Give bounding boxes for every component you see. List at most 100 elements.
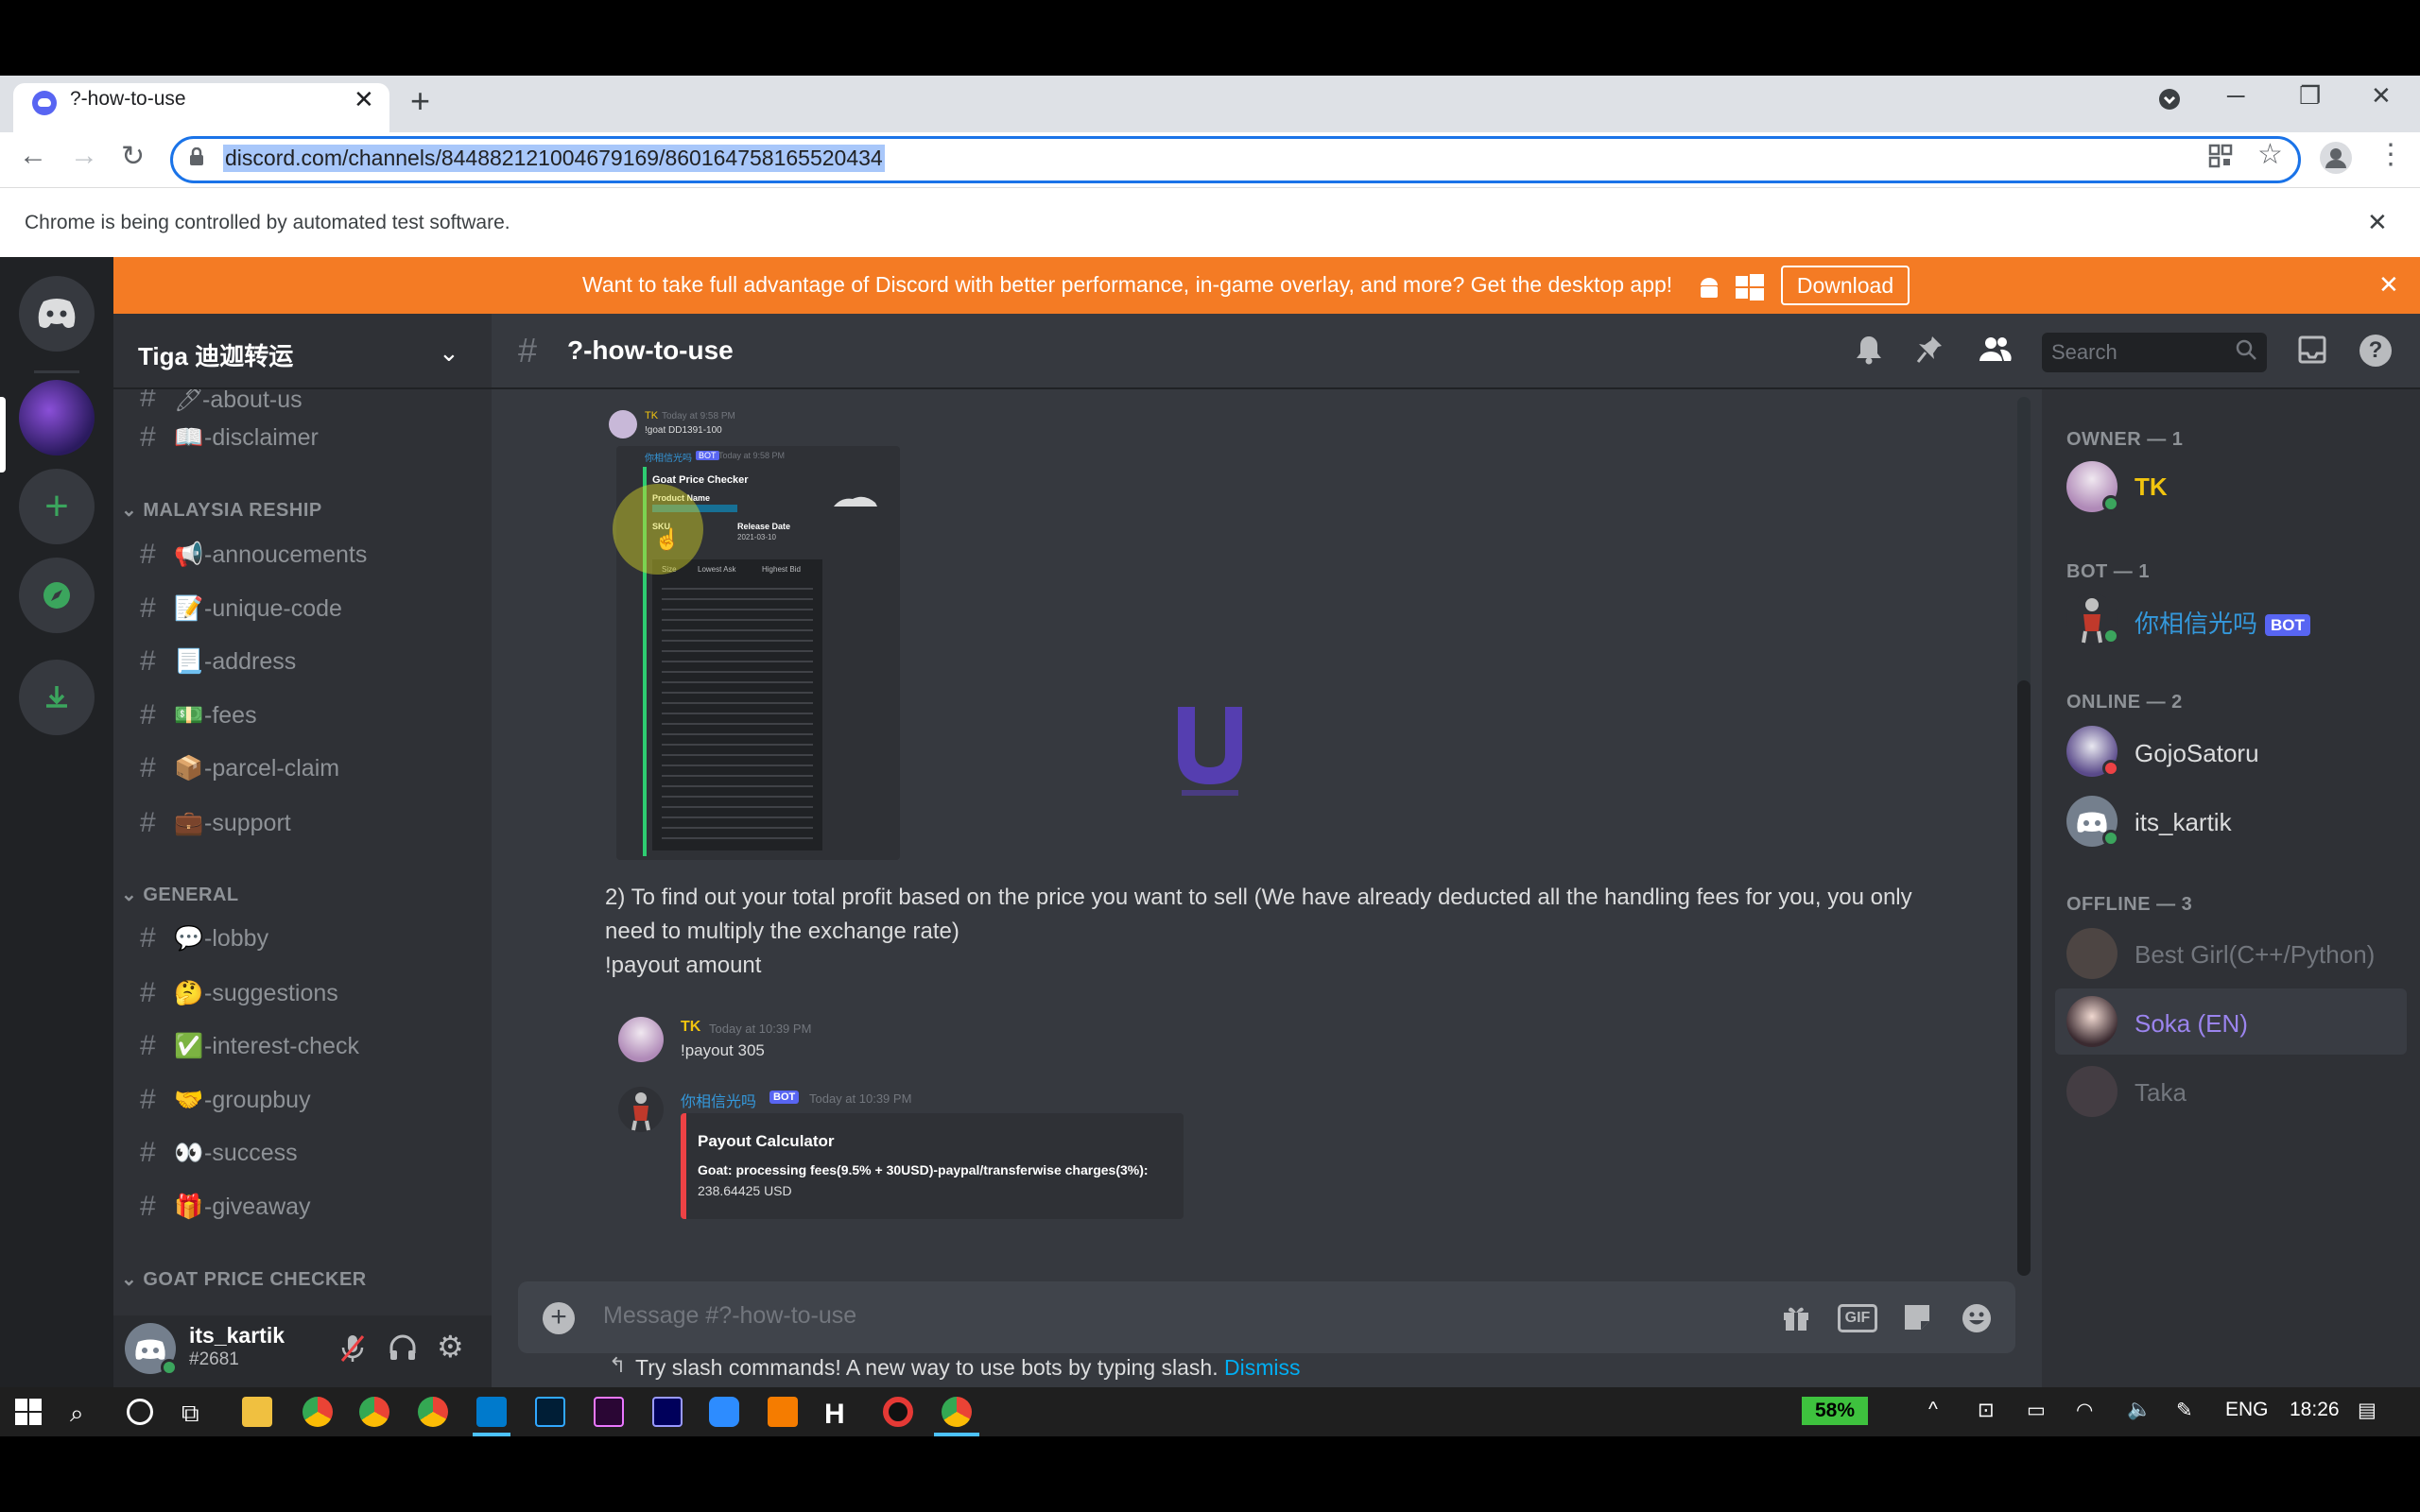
chevron-up-icon[interactable]: ^ — [1928, 1399, 1938, 1421]
qr-code-icon[interactable] — [2208, 144, 2233, 168]
channel-item-suggestions[interactable]: # 🤔 -suggestions — [132, 970, 476, 1017]
windows-start-icon[interactable] — [15, 1399, 42, 1430]
member-name[interactable]: its_kartik — [2135, 808, 2232, 837]
profile-avatar-icon[interactable] — [2320, 142, 2352, 174]
channel-item-address[interactable]: # 📃 -address — [132, 638, 476, 685]
clock[interactable]: 18:26 — [2290, 1399, 2340, 1421]
avatar[interactable] — [2066, 1066, 2118, 1117]
channel-item-giveaway[interactable]: # 🎁 -giveaway — [132, 1183, 476, 1230]
add-attachment-icon[interactable]: + — [543, 1302, 575, 1334]
channel-item-about-us[interactable]: # 🖊 -about-us — [132, 389, 476, 414]
dismiss-link[interactable]: Dismiss — [1224, 1355, 1301, 1380]
channel-item-interest-check[interactable]: # ✅ -interest-check — [132, 1022, 476, 1070]
discord-home-icon[interactable] — [19, 276, 95, 352]
bookmark-star-icon[interactable]: ☆ — [2257, 138, 2283, 171]
channel-item-lobby[interactable]: # 💬 -lobby — [132, 915, 476, 962]
forward-arrow-icon[interactable]: → — [70, 140, 98, 172]
channel-item-unique-code[interactable]: # 📝 -unique-code — [132, 585, 476, 632]
display-icon[interactable]: ⊡ — [1978, 1399, 1995, 1422]
infobar-close-icon[interactable]: ✕ — [2367, 208, 2388, 237]
zoom-icon[interactable] — [709, 1397, 739, 1427]
gear-icon[interactable]: ⚙ — [437, 1329, 464, 1365]
sticker-icon[interactable] — [1902, 1302, 1932, 1337]
avatar[interactable] — [2066, 996, 2118, 1047]
member-name[interactable]: GojoSatoru — [2135, 739, 2259, 768]
online-status-icon — [2102, 627, 2119, 644]
cortana-icon[interactable] — [127, 1399, 153, 1425]
channel-item-support[interactable]: # 💼 -support — [132, 799, 476, 847]
back-arrow-icon[interactable]: ← — [19, 140, 47, 172]
explore-compass-icon[interactable] — [19, 558, 95, 633]
close-window-button[interactable]: ✕ — [2371, 81, 2392, 111]
new-tab-button[interactable]: + — [410, 81, 430, 121]
minimize-button[interactable]: ─ — [2227, 81, 2244, 111]
category-goat-price-checker[interactable]: ⌄ GOAT PRICE CHECKER — [121, 1267, 367, 1291]
tiga-server-icon[interactable] — [19, 380, 95, 455]
user-discriminator: #2681 — [189, 1349, 239, 1369]
vscode-icon[interactable] — [476, 1397, 507, 1427]
chevron-down-icon[interactable]: ⌄ — [439, 338, 459, 368]
chrome-menu-icon[interactable]: ⋮ — [2377, 138, 2405, 171]
restore-button[interactable]: ❐ — [2299, 81, 2321, 111]
reload-icon[interactable]: ↻ — [121, 140, 145, 173]
app-icon[interactable] — [768, 1397, 798, 1427]
chrome-icon[interactable] — [418, 1397, 448, 1427]
notification-icon[interactable]: ▤ — [2358, 1399, 2377, 1422]
task-view-icon[interactable]: ⧉ — [182, 1399, 199, 1429]
chrome-icon[interactable] — [302, 1397, 333, 1427]
channel-item-fees[interactable]: # 💵 -fees — [132, 692, 476, 739]
avatar[interactable] — [2066, 928, 2118, 979]
channel-item-parcel-claim[interactable]: # 📦 -parcel-claim — [132, 745, 476, 792]
gif-picker-button[interactable]: GIF — [1838, 1304, 1877, 1332]
download-button[interactable]: Download — [1781, 266, 1910, 305]
channel-item-disclaimer[interactable]: # 📖 -disclaimer — [132, 414, 476, 461]
channel-item-annoucements[interactable]: # 📢 -annoucements — [132, 531, 476, 578]
volume-icon[interactable]: 🔈 — [2127, 1399, 2152, 1421]
channel-item-groupbuy[interactable]: # 🤝 -groupbuy — [132, 1076, 476, 1124]
photoshop-icon[interactable] — [535, 1397, 565, 1427]
message-author[interactable]: 你相信光吗 — [681, 1089, 756, 1111]
battery-percentage[interactable]: 58% — [1802, 1397, 1868, 1425]
help-icon[interactable]: ? — [2360, 335, 2392, 367]
pin-icon[interactable] — [1915, 335, 1944, 372]
download-apps-icon[interactable] — [19, 660, 95, 735]
member-list-icon[interactable] — [1978, 335, 2012, 370]
channel-item-success[interactable]: # 👀 -success — [132, 1129, 476, 1177]
emoji-icon[interactable] — [1961, 1302, 1993, 1339]
file-explorer-icon[interactable] — [242, 1397, 272, 1427]
record-icon[interactable] — [883, 1397, 913, 1427]
member-name[interactable]: Soka (EN) — [2135, 1009, 2248, 1039]
pen-icon[interactable]: ✎ — [2176, 1399, 2193, 1422]
member-name[interactable]: Best Girl(C++/Python) — [2135, 940, 2375, 970]
member-name[interactable]: TK — [2135, 472, 2168, 502]
tab-close-icon[interactable]: ✕ — [354, 85, 374, 114]
after-effects-icon[interactable] — [652, 1397, 683, 1427]
gift-icon[interactable] — [1781, 1302, 1811, 1337]
avatar[interactable] — [618, 1017, 664, 1062]
wifi-icon[interactable]: ◠ — [2076, 1399, 2093, 1422]
url-text[interactable]: discord.com/channels/844882121004679169/… — [223, 145, 885, 172]
mute-mic-icon[interactable] — [338, 1332, 367, 1369]
banner-close-icon[interactable]: ✕ — [2378, 270, 2399, 300]
chat-scroll-thumb[interactable] — [2017, 680, 2031, 1276]
language-indicator[interactable]: ENG — [2225, 1399, 2269, 1421]
premiere-icon[interactable] — [594, 1397, 624, 1427]
search-icon[interactable]: ⌕ — [70, 1399, 84, 1429]
chrome-icon[interactable] — [942, 1397, 972, 1427]
inbox-icon[interactable] — [2297, 335, 2327, 369]
category-general[interactable]: ⌄ GENERAL — [121, 883, 239, 906]
avatar[interactable] — [618, 1087, 664, 1132]
price-table-rows — [662, 582, 813, 843]
headphones-icon[interactable] — [388, 1332, 418, 1367]
lock-icon[interactable] — [189, 147, 204, 166]
member-name[interactable]: Taka — [2135, 1078, 2187, 1108]
chrome-icon[interactable] — [359, 1397, 389, 1427]
add-server-icon[interactable]: + — [19, 469, 95, 544]
message-author[interactable]: TK — [681, 1019, 700, 1036]
member-name-bot[interactable]: 你相信光吗 BOT — [2135, 605, 2310, 640]
battery-icon[interactable]: ▭ — [2027, 1399, 2046, 1422]
bell-icon[interactable] — [1855, 335, 1883, 372]
category-malaysia-reship[interactable]: ⌄ MALAYSIA RESHIP — [121, 498, 322, 522]
tab-search-icon[interactable] — [2157, 87, 2182, 118]
app-h-icon[interactable]: H — [824, 1399, 845, 1431]
